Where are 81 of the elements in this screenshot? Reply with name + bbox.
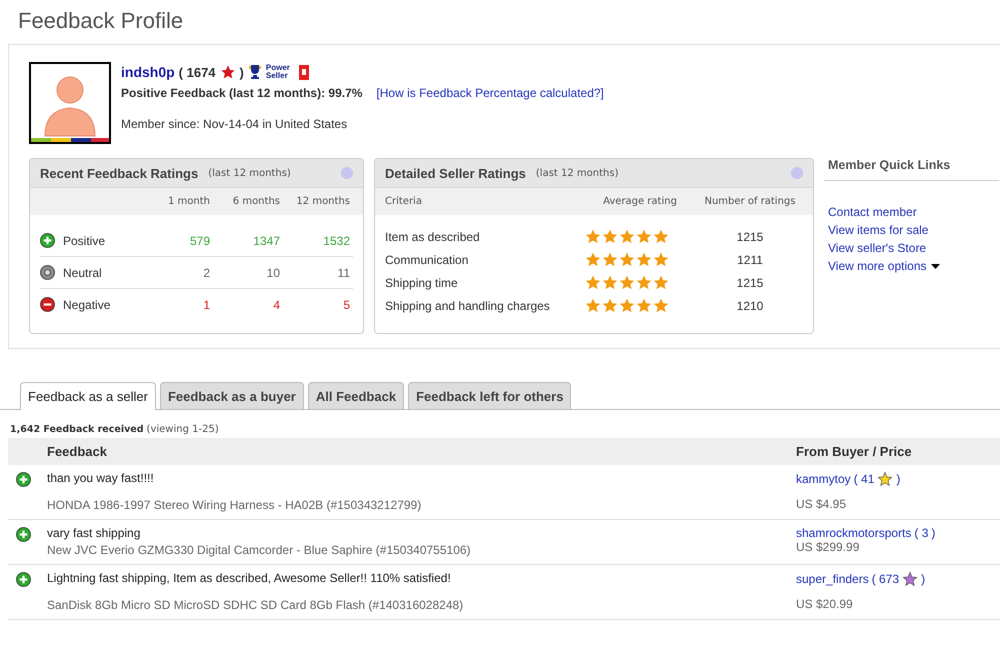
rating-count: 5 [342,298,350,312]
trophy-icon [248,64,262,80]
rating-count: 10 [266,266,280,280]
rating-icon [16,472,31,487]
rating-label: Neutral [63,266,102,280]
column-header: Average rating [602,196,678,207]
buyer-score-bracket: ) [896,472,900,486]
rating-icon [16,527,31,542]
column-header: 1 month [167,196,210,207]
rating-count: 11 [336,266,350,280]
criteria-label: Shipping and handling charges [385,298,551,312]
rating-icon [40,297,55,312]
feedback-comment: vary fast shipping [47,526,142,540]
page-title: Feedback Profile [17,7,184,35]
criteria-label: Item as described [385,230,481,244]
help-link[interactable]: [How is Feedback Percentage calculated?] [376,86,604,100]
item-title: HONDA 1986-1997 Stereo Wiring Harness - HA02B (#150343212799) [47,498,422,512]
score-bracket: ) [240,64,244,80]
quick-link[interactable]: View items for sale [828,223,999,237]
rating-count: 4 [272,298,280,312]
column-header: Criteria [385,196,423,207]
buyer-link[interactable]: shamrockmotorsports [796,526,912,540]
column-header: 12 months [295,196,350,207]
positive-percentage: Positive Feedback (last 12 months): 99.7% [121,86,362,100]
buyer-score-bracket: ) [921,572,926,586]
rating-count: 1210 [736,298,764,312]
rating-count: 579 [188,234,210,248]
criteria-label: Shipping time [385,276,459,290]
buyer-score: ( 41 [854,472,874,486]
tab[interactable]: Feedback left for others [408,382,572,409]
rating-count: 2 [202,266,210,280]
buyer-score: ( 3 [914,526,928,540]
rating-icon [40,265,55,280]
panel-subtitle: (last 12 months) [208,168,291,178]
quick-link[interactable]: View seller's Store [828,241,999,255]
star-icon [220,64,236,80]
column-header: From Buyer / Price [796,444,913,459]
avatar-icon [29,62,111,144]
tab[interactable]: Feedback as a seller [20,382,156,410]
item-title: New JVC Everio GZMG330 Digital Camcorder - Blue Saphire (#150340755106) [47,543,471,557]
help-icon[interactable] [341,167,353,179]
item-price: US $299.99 [796,540,860,554]
buyer-link[interactable]: super_finders [796,572,869,586]
quick-links-title: Member Quick Links [824,158,999,181]
help-icon[interactable] [791,167,803,179]
rating-label: Positive [63,234,106,248]
panel-title: Detailed Seller Ratings [385,166,526,180]
caret-icon [930,264,940,268]
more-options-dropdown[interactable]: View more options [828,259,999,273]
rating-count: 1532 [322,234,350,248]
member-since: Member since: Nov-14-04 in United States [121,117,348,131]
rating-count: 1347 [252,234,280,248]
feedback-comment: Lightning fast shipping, Item as described, Awesome Seller!! 110% satisfied! [47,571,452,585]
item-price: US $20.99 [796,597,854,611]
rating-icon [16,572,31,587]
item-title: SanDisk 8Gb Micro SD MicroSD SDHC SD Card 8Gb Flash (#140316028248) [47,598,464,612]
buyer-score-bracket: ) [931,526,936,540]
rating-count: 1211 [736,252,764,266]
column-header: Feedback [47,444,107,459]
panel-subtitle: (last 12 months) [536,168,618,178]
feedback-comment: than you way fast!!!! [47,471,155,485]
quick-link[interactable]: Contact member [828,205,999,219]
tab[interactable]: Feedback as a buyer [160,382,304,409]
buyer-score: ( 673 [872,572,900,586]
rating-count: 1215 [736,230,764,244]
panel-title: Recent Feedback Ratings [40,166,198,180]
rating-icon [40,233,55,248]
tab[interactable]: All Feedback [308,382,404,409]
buyer-link[interactable]: kammytoy [796,472,851,486]
feedback-count: 1,642 Feedback received [10,424,144,435]
rating-label: Negative [63,298,110,312]
feedback-score: ( 1674 [178,64,216,80]
rating-count: 1215 [736,276,764,290]
viewing-range: (viewing 1-25) [146,424,219,435]
item-price: US $4.95 [796,497,848,511]
username-link[interactable]: indsh0p [121,64,175,80]
power-seller-label: Power Seller [266,64,291,80]
column-header: Number of ratings [703,196,796,207]
rating-count: 1 [202,298,210,312]
column-header: 6 months [232,196,280,207]
criteria-label: Communication [385,252,470,266]
